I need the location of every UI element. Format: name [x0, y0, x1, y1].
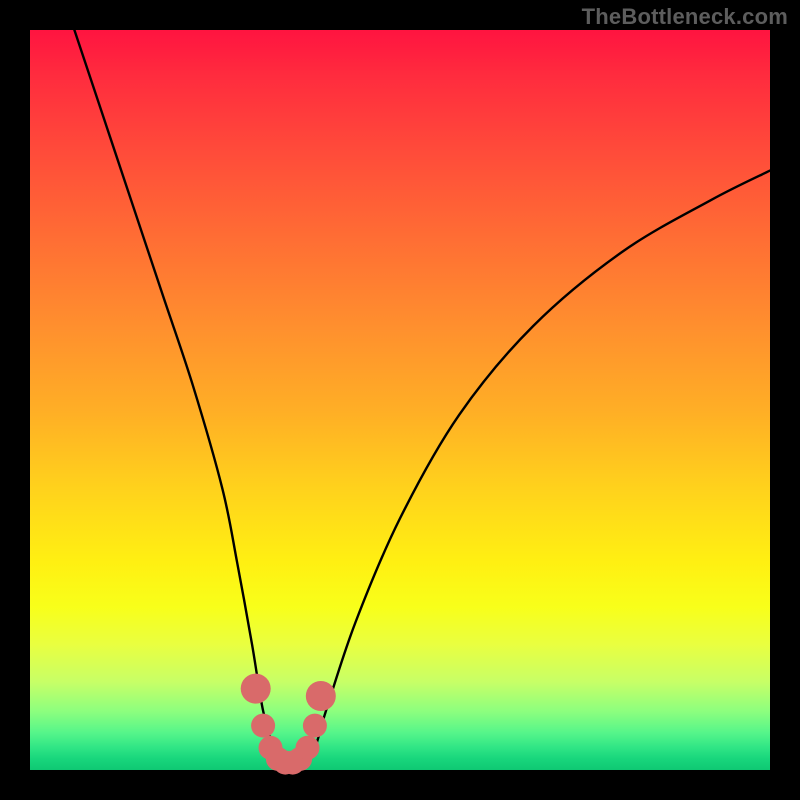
highlight-dot-endcap: [241, 674, 271, 704]
highlight-dot: [251, 714, 275, 738]
plot-area: [30, 30, 770, 770]
bottleneck-curve: [74, 30, 770, 764]
highlight-dots: [241, 674, 336, 775]
highlight-dot-endcap: [306, 681, 336, 711]
curve-layer: [30, 30, 770, 770]
highlight-dot: [296, 736, 320, 760]
highlight-dot: [303, 714, 327, 738]
watermark-text: TheBottleneck.com: [582, 4, 788, 30]
chart-frame: TheBottleneck.com: [0, 0, 800, 800]
